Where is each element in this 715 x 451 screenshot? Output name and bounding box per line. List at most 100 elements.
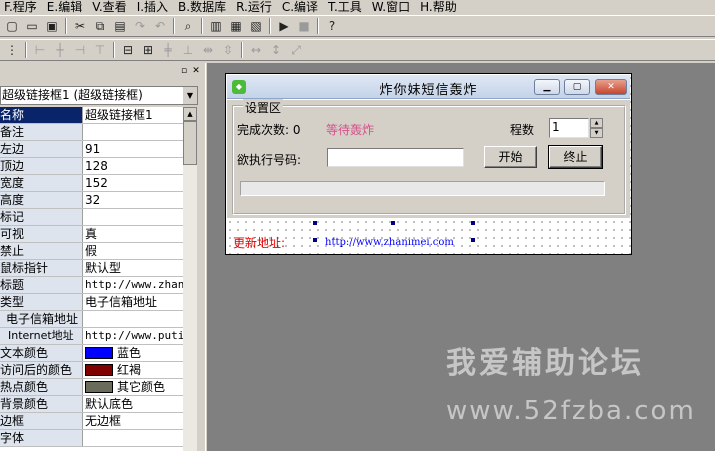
panel-layout-icon[interactable]: ▦ xyxy=(226,17,246,35)
design-form[interactable]: ◆ 炸你妹短信轰炸 ▁ ▢ ✕ 设置区 完成次数: 0 等待轰炸 程数 1 ▲ … xyxy=(225,73,632,255)
property-value[interactable]: 超级链接框1⋯ xyxy=(83,107,197,123)
property-row[interactable]: 类型 电子信箱地址 xyxy=(0,294,197,311)
same-size-icon[interactable]: ⤢ xyxy=(286,41,306,59)
property-value[interactable]: http://www.putic xyxy=(83,328,197,344)
property-row[interactable]: 左边 91 xyxy=(0,141,197,158)
property-row[interactable]: 背景颜色 默认底色 xyxy=(0,396,197,413)
property-row[interactable]: 顶边 128 xyxy=(0,158,197,175)
property-value[interactable]: 默认底色 xyxy=(83,396,197,412)
property-row[interactable]: 宽度 152 xyxy=(0,175,197,192)
property-value[interactable]: 真 xyxy=(83,226,197,242)
property-row[interactable]: 备注 xyxy=(0,124,197,141)
space-vertical-icon[interactable]: ⇳ xyxy=(218,41,238,59)
menu-database[interactable]: B.数据库 xyxy=(174,0,232,14)
menu-tools[interactable]: T.工具 xyxy=(324,0,368,14)
align-left-icon[interactable]: ⊢ xyxy=(30,41,50,59)
scroll-up-icon[interactable]: ▲ xyxy=(183,107,197,121)
spin-up-icon[interactable]: ▲ xyxy=(590,118,603,128)
selection-handle[interactable] xyxy=(471,221,475,225)
property-value[interactable]: 32 xyxy=(83,192,197,208)
copy-icon[interactable]: ⧉ xyxy=(90,17,110,35)
form-layout-icon[interactable]: ▧ xyxy=(246,17,266,35)
property-row[interactable]: 访问后的颜色 红褐 xyxy=(0,362,197,379)
property-value[interactable] xyxy=(83,430,197,446)
property-row[interactable]: 鼠标指针 默认型 xyxy=(0,260,197,277)
property-value[interactable]: 128 xyxy=(83,158,197,174)
redo-icon[interactable]: ↷ xyxy=(130,17,150,35)
minimize-icon[interactable]: ▁ xyxy=(534,79,560,95)
cut-icon[interactable]: ✂ xyxy=(70,17,90,35)
property-value[interactable] xyxy=(83,124,197,140)
selection-handle[interactable] xyxy=(471,238,475,242)
center-vertical-icon[interactable]: ⊞ xyxy=(138,41,158,59)
property-value[interactable]: 红褐 xyxy=(83,362,197,378)
property-row[interactable]: 字体 xyxy=(0,430,197,447)
find-icon[interactable]: ⌕ xyxy=(178,17,198,35)
menu-help[interactable]: H.帮助 xyxy=(416,0,463,14)
spin-down-icon[interactable]: ▼ xyxy=(590,128,603,138)
thread-count-input[interactable]: 1 xyxy=(549,118,589,138)
property-row[interactable]: 边框 无边框 xyxy=(0,413,197,430)
property-row[interactable]: 电子信箱地址 xyxy=(0,311,197,328)
align-top-icon[interactable]: ⊤ xyxy=(90,41,110,59)
align-right-icon[interactable]: ⊣ xyxy=(70,41,90,59)
window-layout-icon[interactable]: ▥ xyxy=(206,17,226,35)
stop-icon[interactable]: ■ xyxy=(294,17,314,35)
start-button[interactable]: 开始 xyxy=(484,146,537,168)
property-scrollbar[interactable]: ▲ xyxy=(183,107,197,451)
property-row[interactable]: 热点颜色 其它颜色 xyxy=(0,379,197,396)
chevron-down-icon[interactable]: ▼ xyxy=(182,87,197,104)
menu-compile[interactable]: C.编译 xyxy=(278,0,324,14)
menu-window[interactable]: W.窗口 xyxy=(368,0,416,14)
stop-button[interactable]: 终止 xyxy=(548,145,603,169)
panel-restore-icon[interactable]: ▫ xyxy=(179,66,189,76)
align-center-icon[interactable]: ┼ xyxy=(50,41,70,59)
paste-icon[interactable]: ▤ xyxy=(110,17,130,35)
property-row[interactable]: 可视真 xyxy=(0,226,197,243)
space-horizontal-icon[interactable]: ⇹ xyxy=(198,41,218,59)
run-icon[interactable]: ▶ xyxy=(274,17,294,35)
menu-program[interactable]: F.程序 xyxy=(0,0,43,14)
align-middle-icon[interactable]: ╪ xyxy=(158,41,178,59)
selection-handle[interactable] xyxy=(391,221,395,225)
property-value[interactable] xyxy=(83,311,197,327)
property-value[interactable] xyxy=(83,209,197,225)
scroll-thumb[interactable] xyxy=(183,121,197,165)
panel-close-icon[interactable]: ✕ xyxy=(191,66,201,76)
property-row[interactable]: 禁止假 xyxy=(0,243,197,260)
property-row[interactable]: 标题 http://www.zhani xyxy=(0,277,197,294)
selection-handle[interactable] xyxy=(313,221,317,225)
close-icon[interactable]: ✕ xyxy=(595,79,627,95)
property-row[interactable]: 名称超级链接框1⋯ xyxy=(0,107,197,124)
new-file-icon[interactable]: ▢ xyxy=(2,17,22,35)
center-horizontal-icon[interactable]: ⊟ xyxy=(118,41,138,59)
menu-insert[interactable]: I.插入 xyxy=(133,0,174,14)
object-selector[interactable]: 超级链接框1 (超级链接框) ▼ xyxy=(0,86,198,105)
same-width-icon[interactable]: ↔ xyxy=(246,41,266,59)
property-value[interactable]: 91 xyxy=(83,141,197,157)
same-height-icon[interactable]: ↕ xyxy=(266,41,286,59)
menu-edit[interactable]: E.编辑 xyxy=(43,0,88,14)
property-row[interactable]: 文本颜色 蓝色 xyxy=(0,345,197,362)
property-value[interactable]: 默认型 xyxy=(83,260,197,276)
menu-view[interactable]: V.查看 xyxy=(88,0,132,14)
property-value[interactable]: 蓝色 xyxy=(83,345,197,361)
property-row[interactable]: 标记 xyxy=(0,209,197,226)
property-value[interactable]: 152 xyxy=(83,175,197,191)
undo-icon[interactable]: ↶ xyxy=(150,17,170,35)
menu-run[interactable]: R.运行 xyxy=(232,0,278,14)
open-folder-icon[interactable]: ▭ xyxy=(22,17,42,35)
save-icon[interactable]: ▣ xyxy=(42,17,62,35)
property-row[interactable]: Internet地址 http://www.putic xyxy=(0,328,197,345)
property-value[interactable]: 无边框 xyxy=(83,413,197,429)
maximize-icon[interactable]: ▢ xyxy=(564,79,590,95)
help-icon[interactable]: ? xyxy=(322,17,342,35)
property-value[interactable]: http://www.zhani xyxy=(83,277,197,293)
property-value[interactable]: 其它颜色 xyxy=(83,379,197,395)
selection-handle[interactable] xyxy=(313,238,317,242)
property-value[interactable]: 假 xyxy=(83,243,197,259)
property-value[interactable]: 电子信箱地址 xyxy=(83,294,197,310)
phone-number-input[interactable] xyxy=(327,148,464,167)
property-row[interactable]: 高度 32 xyxy=(0,192,197,209)
thread-spinner[interactable]: ▲ ▼ xyxy=(590,118,603,138)
